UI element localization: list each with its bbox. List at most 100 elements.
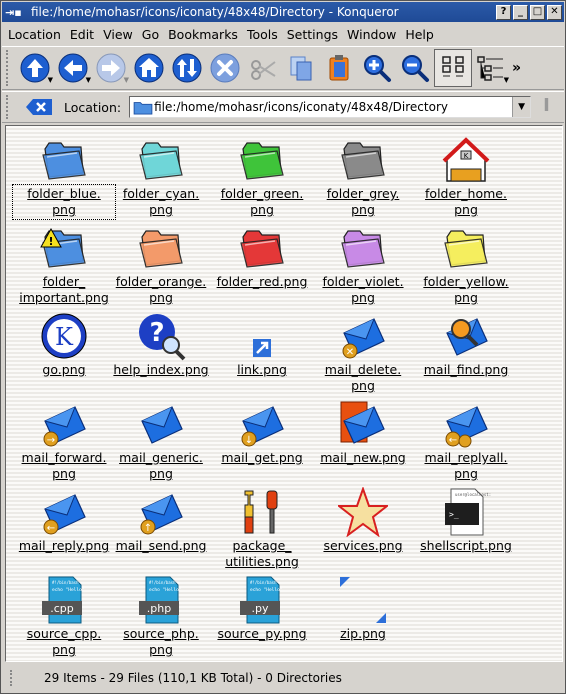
folder-grey-icon[interactable] — [337, 134, 389, 186]
file-name-label[interactable]: folder_yellow. png — [416, 274, 516, 306]
file-item[interactable]: ? help_index.png — [111, 310, 211, 378]
file-name-label[interactable]: services.png — [313, 538, 413, 554]
mail-delete-icon[interactable]: ✕ — [337, 310, 389, 362]
file-item[interactable]: Kgo.png — [14, 310, 114, 378]
file-name-label[interactable]: link.png — [212, 362, 312, 378]
file-item[interactable]: folder_yellow. png — [416, 222, 516, 306]
cut-button[interactable] — [244, 49, 282, 87]
back-dropdown-icon[interactable]: ▼ — [86, 76, 91, 84]
file-name-label[interactable]: mail_send.png — [111, 538, 211, 554]
forward-button[interactable]: ▼ — [92, 49, 130, 87]
file-name-label[interactable]: folder_violet. png — [313, 274, 413, 306]
menu-tools[interactable]: Tools — [247, 27, 278, 42]
menu-go[interactable]: Go — [142, 27, 159, 42]
file-name-label[interactable]: source_cpp. png — [14, 626, 114, 658]
shellscript-icon[interactable]: >_ user@localhost: — [440, 486, 492, 538]
file-item[interactable]: ← mail_replyall. png — [416, 398, 516, 482]
home-button[interactable] — [130, 49, 168, 87]
view-dropdown-icon[interactable]: ▼ — [504, 76, 509, 84]
location-dropdown-icon[interactable]: ▼ — [512, 97, 531, 117]
file-name-label[interactable]: mail_delete. png — [313, 362, 413, 394]
file-name-label[interactable]: folder_cyan. png — [111, 186, 211, 218]
file-item[interactable]: Kfolder_home. png — [416, 134, 516, 218]
file-name-label[interactable]: folder_red.png — [212, 274, 312, 290]
toolbar-grip[interactable] — [6, 50, 12, 86]
folder-home-icon[interactable]: K — [440, 134, 492, 186]
folder-blue-icon[interactable] — [38, 134, 90, 186]
source-py-icon[interactable]: #!/bin/bash echo "Hello" .py — [236, 574, 288, 626]
clear-location-button[interactable] — [24, 96, 54, 118]
location-input[interactable] — [154, 100, 510, 114]
file-name-label[interactable]: mail_new.png — [313, 450, 413, 466]
file-item[interactable]: #!/bin/bash echo "Hello" .py source_py.png — [212, 574, 312, 642]
file-name-label[interactable]: mail_get.png — [212, 450, 312, 466]
location-grip[interactable] — [6, 95, 12, 119]
file-name-label[interactable]: folder_ important.png — [14, 274, 114, 306]
menu-settings[interactable]: Settings — [287, 27, 338, 42]
kde-go-icon[interactable]: K — [38, 310, 90, 362]
reload-button[interactable] — [168, 49, 206, 87]
menu-bookmarks[interactable]: Bookmarks — [168, 27, 238, 42]
folder-yellow-icon[interactable] — [440, 222, 492, 274]
file-item[interactable]: folder_blue. png — [12, 134, 116, 220]
file-item[interactable]: ! folder_ important.png — [14, 222, 114, 306]
file-name-label[interactable]: mail_forward. png — [14, 450, 114, 482]
file-item[interactable]: folder_red.png — [212, 222, 312, 290]
menu-location[interactable]: Location — [8, 27, 61, 42]
file-name-label[interactable]: mail_replyall. png — [416, 450, 516, 482]
file-name-label[interactable]: folder_grey. png — [313, 186, 413, 218]
tree-view-button[interactable]: ▼ — [472, 49, 510, 87]
file-item[interactable]: folder_grey. png — [313, 134, 413, 218]
close-button[interactable]: ✕ — [547, 4, 562, 20]
file-item[interactable]: folder_orange. png — [111, 222, 211, 306]
help-button[interactable]: ? — [496, 4, 511, 20]
up-button[interactable]: ▼ — [16, 49, 54, 87]
folder-red-icon[interactable] — [236, 222, 288, 274]
file-item[interactable]: zip.png — [313, 574, 413, 642]
folder-orange-icon[interactable] — [135, 222, 187, 274]
zip-icon[interactable] — [337, 574, 389, 626]
menu-view[interactable]: View — [103, 27, 133, 42]
mail-forward-icon[interactable]: → — [38, 398, 90, 450]
file-item[interactable]: ↑ mail_send.png — [111, 486, 211, 554]
up-dropdown-icon[interactable]: ▼ — [48, 76, 53, 84]
link-icon[interactable] — [236, 310, 288, 362]
file-name-label[interactable]: package_ utilities.png — [212, 538, 312, 570]
file-item[interactable]: >_ user@localhost: shellscript.png — [416, 486, 516, 554]
file-name-label[interactable]: zip.png — [313, 626, 413, 642]
file-item[interactable]: mail_find.png — [416, 310, 516, 378]
file-item[interactable]: #!/bin/bash echo "Hello" .cpp source_cpp. p… — [14, 574, 114, 658]
menu-edit[interactable]: Edit — [70, 27, 94, 42]
mail-new-icon[interactable] — [337, 398, 389, 450]
file-item[interactable]: ✕ mail_delete. png — [313, 310, 413, 394]
file-name-label[interactable]: folder_home. png — [416, 186, 516, 218]
folder-important-icon[interactable]: ! — [38, 222, 90, 274]
file-item[interactable]: → mail_forward. png — [14, 398, 114, 482]
zoom-in-button[interactable] — [358, 49, 396, 87]
copy-button[interactable] — [282, 49, 320, 87]
mail-get-icon[interactable]: ↓ — [236, 398, 288, 450]
forward-dropdown-icon[interactable]: ▼ — [124, 76, 129, 84]
file-item[interactable]: package_ utilities.png — [212, 486, 312, 570]
folder-green-icon[interactable] — [236, 134, 288, 186]
file-item[interactable]: services.png — [313, 486, 413, 554]
help-index-icon[interactable]: ? — [135, 310, 187, 362]
back-button[interactable]: ▼ — [54, 49, 92, 87]
icon-view-button[interactable] — [434, 49, 472, 87]
file-item[interactable]: folder_violet. png — [313, 222, 413, 306]
file-name-label[interactable]: folder_green. png — [212, 186, 312, 218]
file-name-label[interactable]: mail_generic. png — [111, 450, 211, 482]
mail-generic-icon[interactable] — [135, 398, 187, 450]
mail-reply-icon[interactable]: ← — [38, 486, 90, 538]
source-cpp-icon[interactable]: #!/bin/bash echo "Hello" .cpp — [38, 574, 90, 626]
konqueror-icon[interactable]: ⇥▪ — [5, 4, 27, 20]
file-item[interactable]: #!/bin/bash echo "Hello" .php source_php. p… — [111, 574, 211, 658]
stop-button[interactable] — [206, 49, 244, 87]
file-item[interactable]: mail_new.png — [313, 398, 413, 466]
menu-window[interactable]: Window — [347, 27, 396, 42]
mail-send-icon[interactable]: ↑ — [135, 486, 187, 538]
maximize-button[interactable]: □ — [530, 4, 545, 20]
file-name-label[interactable]: source_php. png — [111, 626, 211, 658]
file-icon-view[interactable]: folder_blue. png folder_cyan. png folder_g… — [5, 125, 563, 662]
file-name-label[interactable]: mail_find.png — [416, 362, 516, 378]
